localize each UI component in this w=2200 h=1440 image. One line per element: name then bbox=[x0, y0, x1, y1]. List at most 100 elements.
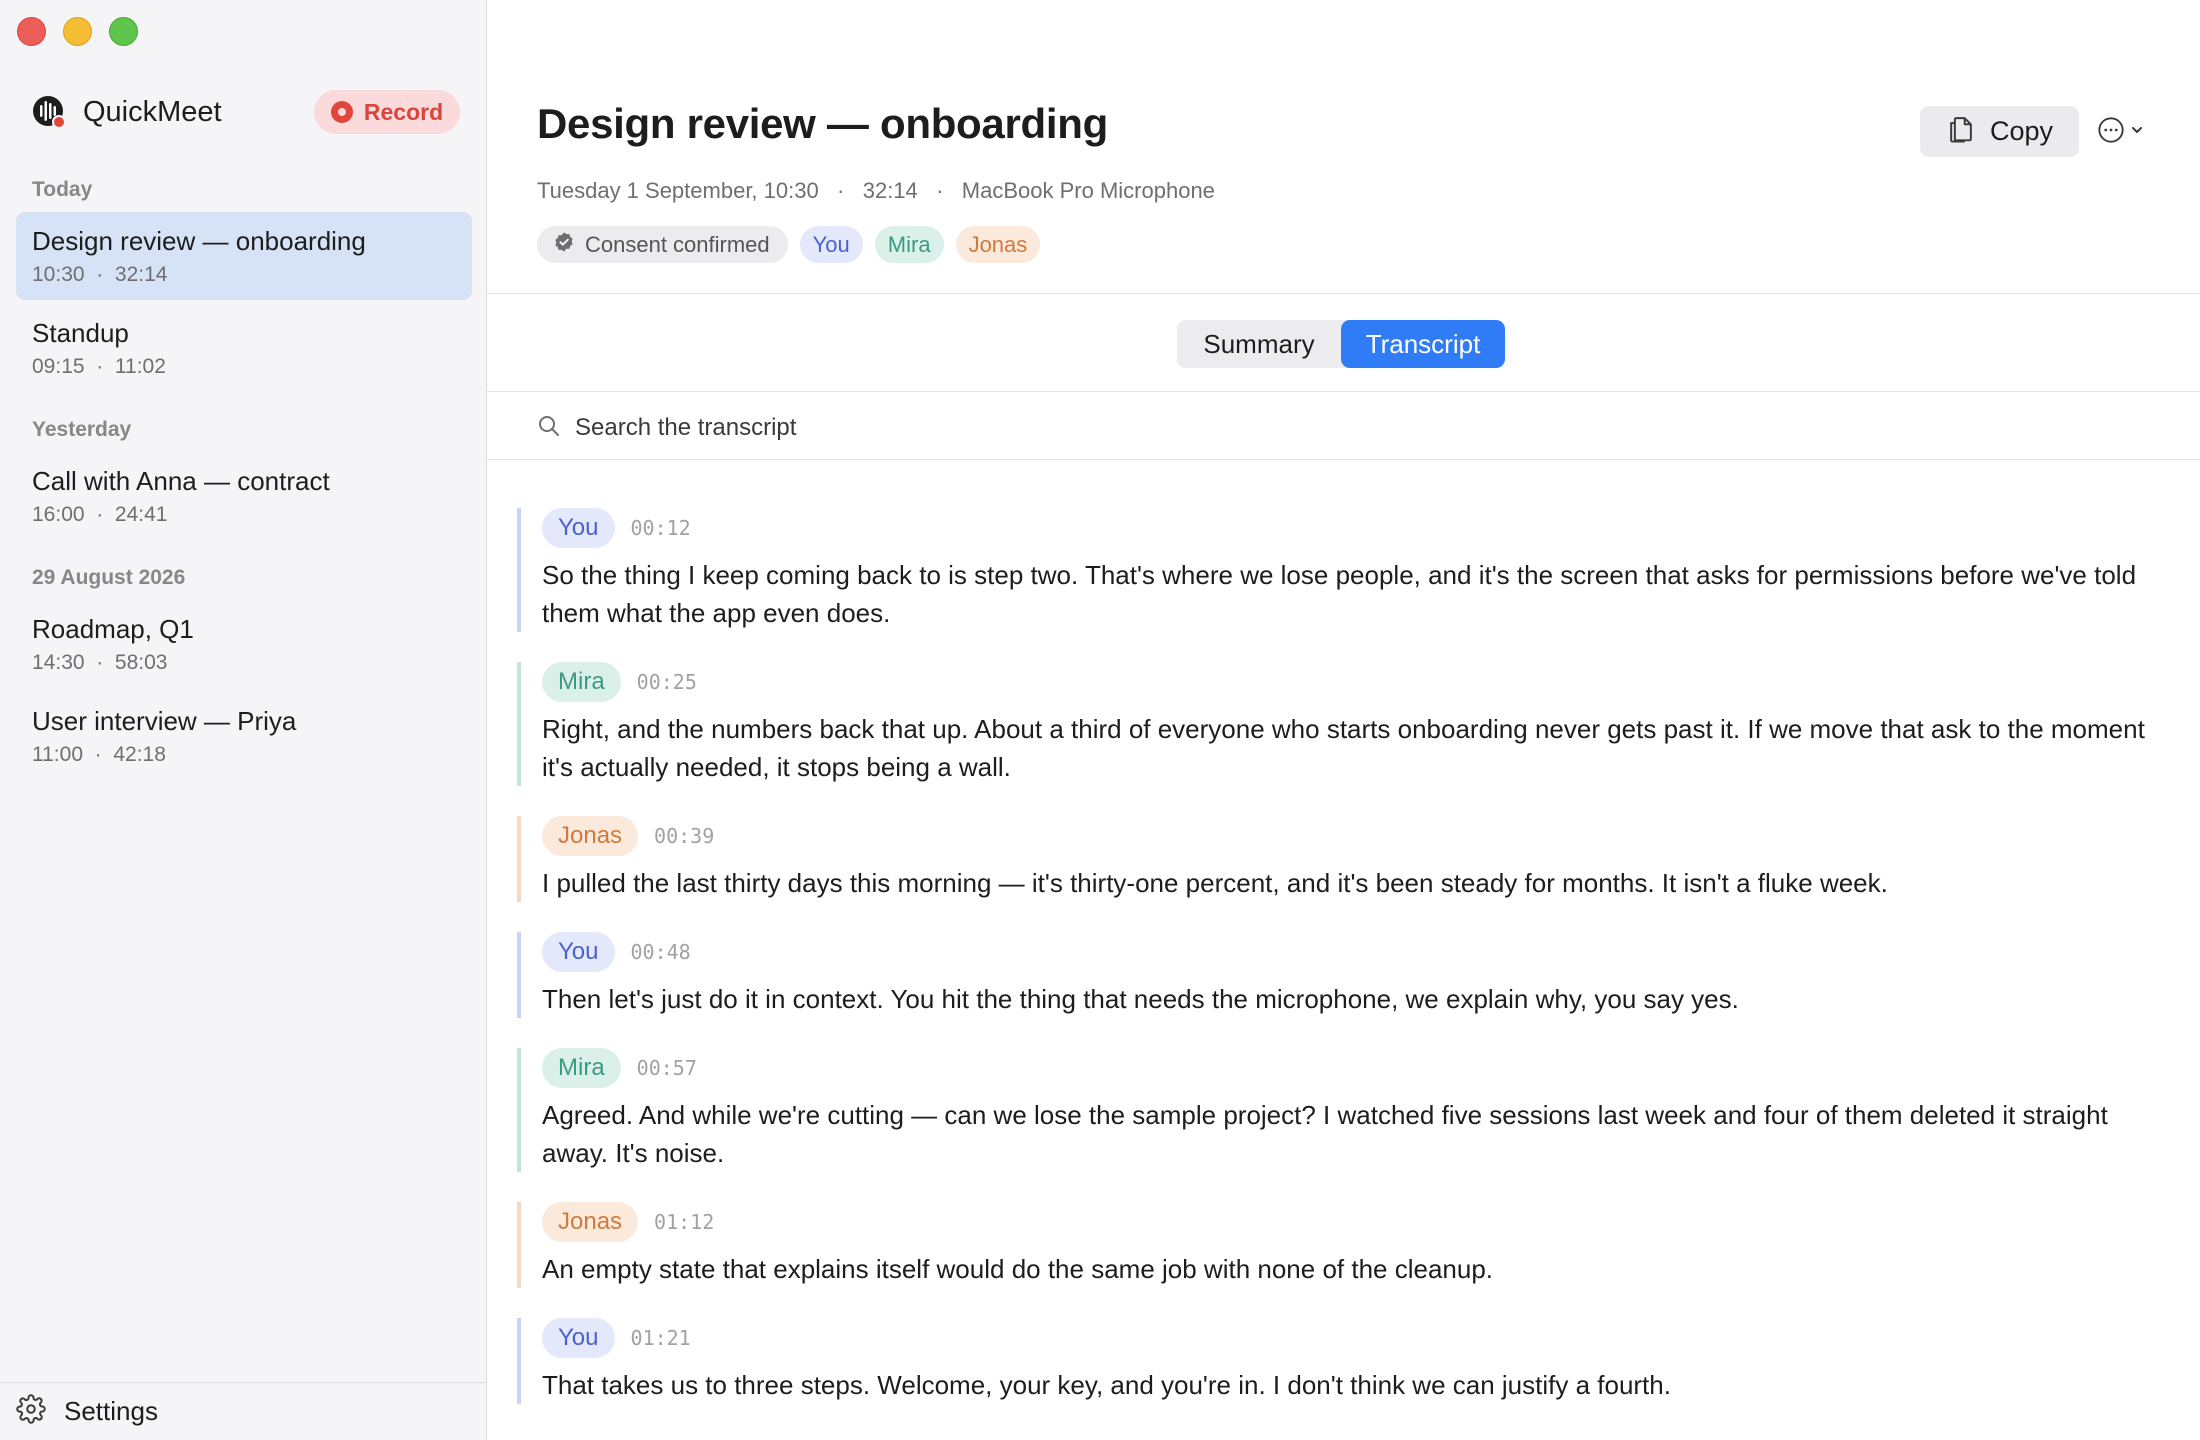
tab-transcript[interactable]: Transcript bbox=[1341, 320, 1505, 368]
transcript-entry: Mira 00:25 Right, and the numbers back t… bbox=[517, 662, 2177, 786]
speaker-chip: You bbox=[542, 508, 615, 548]
gear-icon bbox=[16, 1394, 46, 1429]
timestamp-link[interactable]: 00:12 bbox=[631, 516, 691, 540]
verified-badge-icon bbox=[553, 231, 575, 259]
meeting-item-meta: 11:00 · 42:18 bbox=[32, 740, 456, 770]
settings-button[interactable]: Settings bbox=[0, 1382, 487, 1440]
transcript-text: An empty state that explains itself woul… bbox=[542, 1254, 1494, 1284]
transcript-entry: You 01:21 That takes us to three steps. … bbox=[517, 1318, 2177, 1404]
consent-badge: Consent confirmed bbox=[537, 226, 788, 263]
meta-separator: · bbox=[96, 263, 104, 286]
copy-icon bbox=[1946, 112, 1976, 151]
meeting-item-title: Roadmap, Q1 bbox=[32, 614, 194, 644]
search-divider bbox=[487, 459, 2200, 460]
meta-separator: · bbox=[94, 743, 102, 766]
group-label-yesterday: Yesterday bbox=[32, 418, 132, 441]
meeting-item-title: Design review — onboarding bbox=[32, 226, 366, 256]
sidebar: QuickMeet Record Today Design review — o… bbox=[0, 0, 487, 1440]
ellipsis-circle-icon bbox=[2097, 116, 2125, 149]
meeting-item-user-interview[interactable]: User interview — Priya 11:00 · 42:18 bbox=[16, 692, 472, 780]
meeting-item-meta: 09:15 · 11:02 bbox=[32, 352, 456, 382]
transcript-entry: Mira 00:57 Agreed. And while we're cutti… bbox=[517, 1048, 2177, 1172]
record-label: Record bbox=[363, 98, 444, 125]
meeting-duration: 32:14 bbox=[862, 178, 918, 203]
group-label-29-august: 29 August 2026 bbox=[32, 566, 186, 589]
chevron-down-icon bbox=[2129, 122, 2145, 143]
meeting-item-time: 14:30 bbox=[32, 651, 85, 674]
speaker-chip: Mira bbox=[542, 662, 621, 702]
transcript-list: You 00:12 So the thing I keep coming bac… bbox=[517, 508, 2177, 1434]
meeting-item-design-review[interactable]: Design review — onboarding 10:30 · 32:14 bbox=[16, 212, 472, 300]
consent-label: Consent confirmed bbox=[585, 231, 770, 257]
meeting-item-time: 09:15 bbox=[32, 355, 85, 378]
app-brand: QuickMeet bbox=[31, 94, 222, 130]
search-input[interactable] bbox=[575, 414, 1475, 442]
timestamp-link[interactable]: 01:21 bbox=[631, 1326, 691, 1350]
timestamp-link[interactable]: 00:48 bbox=[631, 940, 691, 964]
transcript-text: Then let's just do it in context. You hi… bbox=[542, 984, 1739, 1014]
settings-label: Settings bbox=[64, 1396, 158, 1426]
tab-summary[interactable]: Summary bbox=[1177, 320, 1341, 368]
participant-chip-you: You bbox=[799, 226, 863, 263]
more-options-button[interactable] bbox=[2094, 114, 2148, 150]
meeting-source: MacBook Pro Microphone bbox=[961, 178, 1215, 203]
meeting-item-meta: 10:30 · 32:14 bbox=[32, 260, 456, 290]
meta-separator: · bbox=[96, 651, 104, 674]
copy-label: Copy bbox=[1989, 116, 2054, 146]
meeting-item-meta: 16:00 · 24:41 bbox=[32, 500, 456, 530]
meeting-item-title: Standup bbox=[32, 318, 129, 348]
copy-button[interactable]: Copy bbox=[1920, 106, 2079, 157]
meeting-item-standup[interactable]: Standup 09:15 · 11:02 bbox=[16, 304, 472, 392]
group-label-today: Today bbox=[32, 178, 93, 201]
speaker-chip: Jonas bbox=[542, 816, 639, 856]
meeting-item-duration: 11:02 bbox=[114, 355, 166, 378]
transcript-search bbox=[537, 410, 1475, 446]
participant-chips: Consent confirmed You Mira Jonas bbox=[537, 226, 1041, 263]
meeting-date: Tuesday 1 September, 10:30 bbox=[537, 178, 819, 203]
meta-separator: · bbox=[837, 178, 845, 203]
speaker-chip: You bbox=[542, 1318, 615, 1358]
transcript-text: I pulled the last thirty days this morni… bbox=[542, 868, 1888, 898]
close-window-button[interactable] bbox=[17, 17, 46, 46]
minimize-window-button[interactable] bbox=[63, 17, 92, 46]
zoom-window-button[interactable] bbox=[109, 17, 138, 46]
transcript-entry: Jonas 01:12 An empty state that explains… bbox=[517, 1202, 2177, 1288]
transcript-text: Right, and the numbers back that up. Abo… bbox=[542, 714, 2145, 782]
timestamp-link[interactable]: 00:57 bbox=[637, 1056, 697, 1080]
meta-separator: · bbox=[96, 355, 104, 378]
meeting-item-roadmap[interactable]: Roadmap, Q1 14:30 · 58:03 bbox=[16, 600, 472, 688]
meeting-item-title: User interview — Priya bbox=[32, 706, 297, 736]
timestamp-link[interactable]: 00:25 bbox=[637, 670, 697, 694]
transcript-text: So the thing I keep coming back to is st… bbox=[542, 560, 2137, 628]
speaker-chip: Mira bbox=[542, 1048, 621, 1088]
speaker-chip: You bbox=[542, 932, 615, 972]
meeting-item-duration: 32:14 bbox=[114, 263, 168, 286]
search-icon bbox=[537, 414, 561, 443]
app-logo-icon bbox=[31, 94, 67, 130]
meeting-detail: Design review — onboarding Copy Tuesday … bbox=[487, 0, 2200, 1440]
meeting-item-time: 16:00 bbox=[32, 503, 85, 526]
transcript-entry: You 00:12 So the thing I keep coming bac… bbox=[517, 508, 2177, 632]
transcript-entry: Jonas 00:39 I pulled the last thirty day… bbox=[517, 816, 2177, 902]
record-button[interactable]: Record bbox=[314, 90, 460, 134]
tabs-divider bbox=[487, 391, 2200, 392]
meta-separator: · bbox=[96, 503, 104, 526]
record-icon bbox=[330, 101, 353, 123]
view-switcher: Summary Transcript bbox=[1177, 320, 1505, 368]
timestamp-link[interactable]: 01:12 bbox=[654, 1210, 714, 1234]
meeting-item-duration: 58:03 bbox=[114, 651, 168, 674]
meeting-meta: Tuesday 1 September, 10:30 · 32:14 · Mac… bbox=[537, 178, 1215, 204]
transcript-entry: You 00:48 Then let's just do it in conte… bbox=[517, 932, 2177, 1018]
meeting-item-meta: 14:30 · 58:03 bbox=[32, 648, 456, 678]
meeting-item-time: 10:30 bbox=[32, 263, 85, 286]
meeting-item-call-anna[interactable]: Call with Anna — contract 16:00 · 24:41 bbox=[16, 452, 472, 540]
meta-separator: · bbox=[936, 178, 944, 203]
meeting-item-time: 11:00 bbox=[32, 743, 83, 766]
header-divider bbox=[487, 293, 2200, 294]
transcript-text: That takes us to three steps. Welcome, y… bbox=[542, 1370, 1671, 1400]
app-name: QuickMeet bbox=[83, 95, 222, 128]
meeting-item-duration: 24:41 bbox=[114, 503, 168, 526]
timestamp-link[interactable]: 00:39 bbox=[654, 824, 714, 848]
speaker-chip: Jonas bbox=[542, 1202, 639, 1242]
meeting-item-duration: 42:18 bbox=[113, 743, 166, 766]
